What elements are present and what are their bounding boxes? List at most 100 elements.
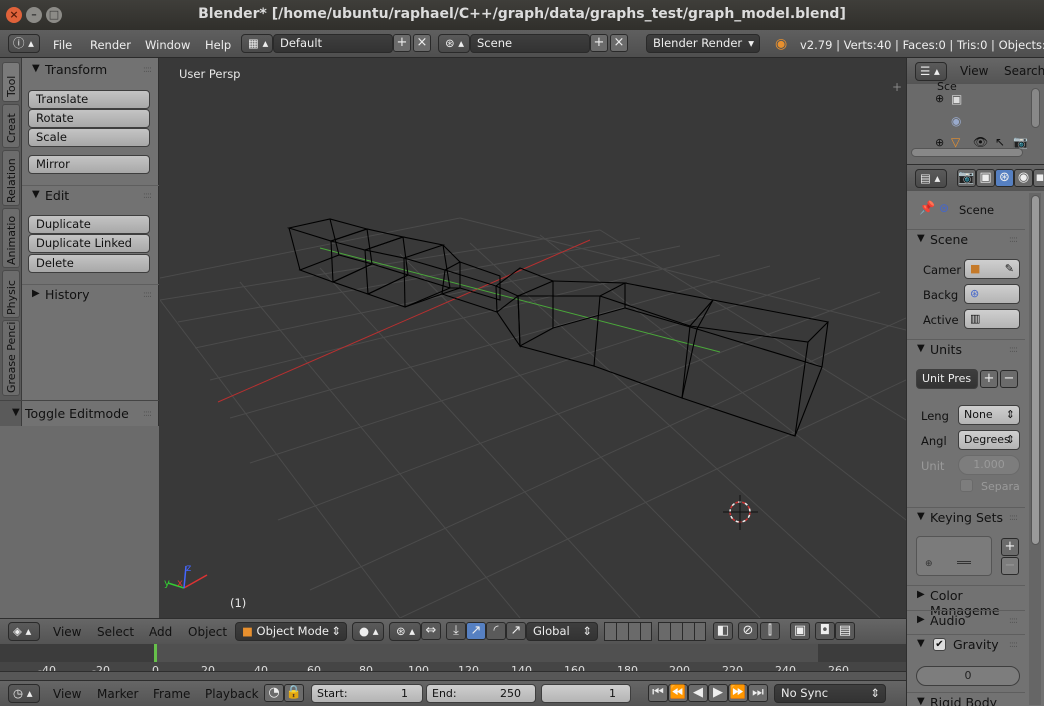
history-panel-header[interactable]: ▶ History:::: <box>22 284 159 304</box>
render-tab-icon[interactable]: 📷 <box>957 169 976 187</box>
add-keying-set-icon[interactable]: + <box>1001 538 1019 556</box>
timeline-area[interactable]: -40 -20 0 20 40 60 80 100 120 140 160 18… <box>0 644 906 680</box>
properties-vscrollbar[interactable] <box>1031 195 1040 545</box>
pin-icon[interactable]: 📌 <box>919 201 935 216</box>
pivot-dropdown[interactable]: ⊛ ▴ <box>389 622 421 641</box>
drag-grip-icon[interactable]: :::: <box>143 409 152 419</box>
drag-grip-icon[interactable]: :::: <box>143 290 152 300</box>
menu-select[interactable]: Select <box>97 625 134 639</box>
visibility-eye-icon[interactable]: 👁 <box>973 135 988 149</box>
menu-help[interactable]: Help <box>205 38 231 52</box>
manipulator-toggle-icon[interactable]: ⇔ <box>421 622 441 640</box>
active-clip-field[interactable]: ▥ <box>964 309 1020 329</box>
color-management-panel-header[interactable]: ▶ Color Manageme <box>907 585 1025 618</box>
render-layers-icon[interactable]: ▣ <box>951 92 962 106</box>
render-engine-dropdown[interactable]: Blender Render ▾ <box>646 34 760 53</box>
snap-icon[interactable]: ⫿ <box>760 622 780 640</box>
play-icon[interactable]: ▶ <box>708 684 728 702</box>
next-keyframe-icon[interactable]: ⏩ <box>728 684 748 702</box>
menu-marker[interactable]: Marker <box>97 687 138 701</box>
scene-tab-icon[interactable]: ⊛ <box>995 169 1014 187</box>
manipulator-active-icon[interactable]: ↗ <box>466 622 486 640</box>
toggle-editmode-panel-header[interactable]: ▼ Toggle Editmode:::: <box>0 404 159 424</box>
scene-field[interactable]: Scene <box>470 34 590 53</box>
edit-panel-header[interactable]: ▼ Edit:::: <box>22 185 159 205</box>
prev-keyframe-icon[interactable]: ⏪ <box>668 684 688 702</box>
render-preview-icon[interactable]: ◘ <box>815 622 835 640</box>
drag-grip-icon[interactable]: :::: <box>1009 616 1018 626</box>
add-preset-icon[interactable]: + <box>980 370 998 388</box>
editor-type-properties-button[interactable]: ▤ ▴ <box>915 169 947 188</box>
menu-add[interactable]: Add <box>149 625 172 639</box>
current-frame-indicator[interactable] <box>154 644 157 662</box>
units-panel-header[interactable]: ▼ Units:::: <box>907 339 1025 359</box>
gravity-checkbox[interactable]: ✔ <box>933 638 946 651</box>
snap-target-icon[interactable]: ▣ <box>790 622 810 640</box>
tab-grease-pencil[interactable]: Grease Penci <box>2 320 20 396</box>
tab-relation[interactable]: Relation <box>2 150 20 206</box>
gravity-panel-header[interactable]: ▼ ✔ Gravity:::: <box>907 634 1025 654</box>
drag-grip-icon[interactable]: :::: <box>1009 513 1018 523</box>
add-scene-icon[interactable]: + <box>590 34 608 52</box>
drag-grip-icon[interactable]: :::: <box>1009 235 1018 245</box>
screen-layout-icon[interactable]: ▦ ▴ <box>241 34 273 53</box>
expand-plus-icon[interactable]: ⊕ <box>935 92 944 105</box>
layer-lock-icon[interactable]: ◧ <box>713 622 733 640</box>
gravity-x-field[interactable]: 0 <box>916 666 1020 686</box>
tab-tool[interactable]: Tool <box>2 62 20 102</box>
editor-type-info-button[interactable]: ⓘ ▴ <box>8 34 40 53</box>
render-camera-icon[interactable]: 📷 <box>1013 135 1028 149</box>
current-frame-field[interactable]: 1 <box>541 684 631 703</box>
menu-search[interactable]: Search <box>1004 64 1044 78</box>
mode-dropdown[interactable]: ■ Object Mode ⇕ <box>235 622 347 641</box>
shading-dropdown[interactable]: ● ▴ <box>352 622 384 641</box>
menu-view[interactable]: View <box>53 687 81 701</box>
outliner-vscrollbar[interactable] <box>1031 88 1040 128</box>
unit-preset-dropdown[interactable]: Unit Pres <box>916 369 978 389</box>
audio-panel-header[interactable]: ▶ Audio:::: <box>907 610 1025 630</box>
play-reverse-icon[interactable]: ◀ <box>688 684 708 702</box>
scene-panel-header[interactable]: ▼ Scene:::: <box>907 229 1025 249</box>
viewport-scene[interactable]: y z x + <box>160 58 906 618</box>
editor-type-3d-button[interactable]: ◈ ▴ <box>8 622 40 641</box>
background-field[interactable]: ⊛ <box>964 284 1020 304</box>
layer-buttons-group-2[interactable] <box>658 622 706 641</box>
screen-layout-field[interactable]: Default <box>273 34 393 53</box>
render-layers-tab-icon[interactable]: ▣ <box>976 169 995 187</box>
menu-file[interactable]: File <box>53 38 72 52</box>
camera-field[interactable]: ■ ✎ <box>964 259 1020 279</box>
3d-cursor-icon[interactable] <box>723 495 758 530</box>
wireframe-mesh[interactable] <box>286 218 830 437</box>
outliner-hscrollbar[interactable] <box>911 148 1023 157</box>
menu-render[interactable]: Render <box>90 38 131 52</box>
start-frame-field[interactable]: Start: 1 <box>311 684 423 703</box>
preview-range-icon[interactable]: ◔ <box>264 684 284 702</box>
mesh-object-icon[interactable]: ▽ <box>951 135 960 149</box>
translate-button[interactable]: Translate <box>28 90 150 109</box>
tab-physics[interactable]: Physic <box>2 270 20 318</box>
menu-view[interactable]: View <box>53 625 81 639</box>
menu-view[interactable]: View <box>960 64 988 78</box>
menu-playback[interactable]: Playback <box>205 687 259 701</box>
duplicate-button[interactable]: Duplicate <box>28 215 150 234</box>
drag-grip-icon[interactable]: :::: <box>143 191 152 201</box>
editor-type-outliner-button[interactable]: ☰ ▴ <box>915 62 947 81</box>
eyedropper-icon[interactable]: ✎ <box>1005 260 1014 278</box>
editor-type-timeline-button[interactable]: ◷ ▴ <box>8 684 40 703</box>
scale-button[interactable]: Scale <box>28 128 150 147</box>
drag-grip-icon[interactable]: :::: <box>1009 640 1018 650</box>
remove-screen-icon[interactable]: × <box>413 34 431 52</box>
orientation-dropdown[interactable]: Global ⇕ <box>526 622 598 641</box>
rotate-button[interactable]: Rotate <box>28 109 150 128</box>
remove-scene-icon[interactable]: × <box>610 34 628 52</box>
object-tab-icon[interactable]: ▪ <box>1033 169 1044 187</box>
rotate-manipulator-icon[interactable]: ◜ <box>486 622 506 640</box>
scale-manipulator-icon[interactable]: ↗ <box>506 622 526 640</box>
keying-sets-panel-header[interactable]: ▼ Keying Sets:::: <box>907 507 1025 527</box>
translate-manipulator-icon[interactable]: ⤓ <box>446 622 466 640</box>
jump-start-icon[interactable]: ⏮ <box>648 684 668 702</box>
mirror-button[interactable]: Mirror <box>28 155 150 174</box>
layer-buttons-group-1[interactable] <box>604 622 652 641</box>
resize-handle-icon[interactable] <box>957 561 971 564</box>
duplicate-linked-button[interactable]: Duplicate Linked <box>28 234 150 253</box>
